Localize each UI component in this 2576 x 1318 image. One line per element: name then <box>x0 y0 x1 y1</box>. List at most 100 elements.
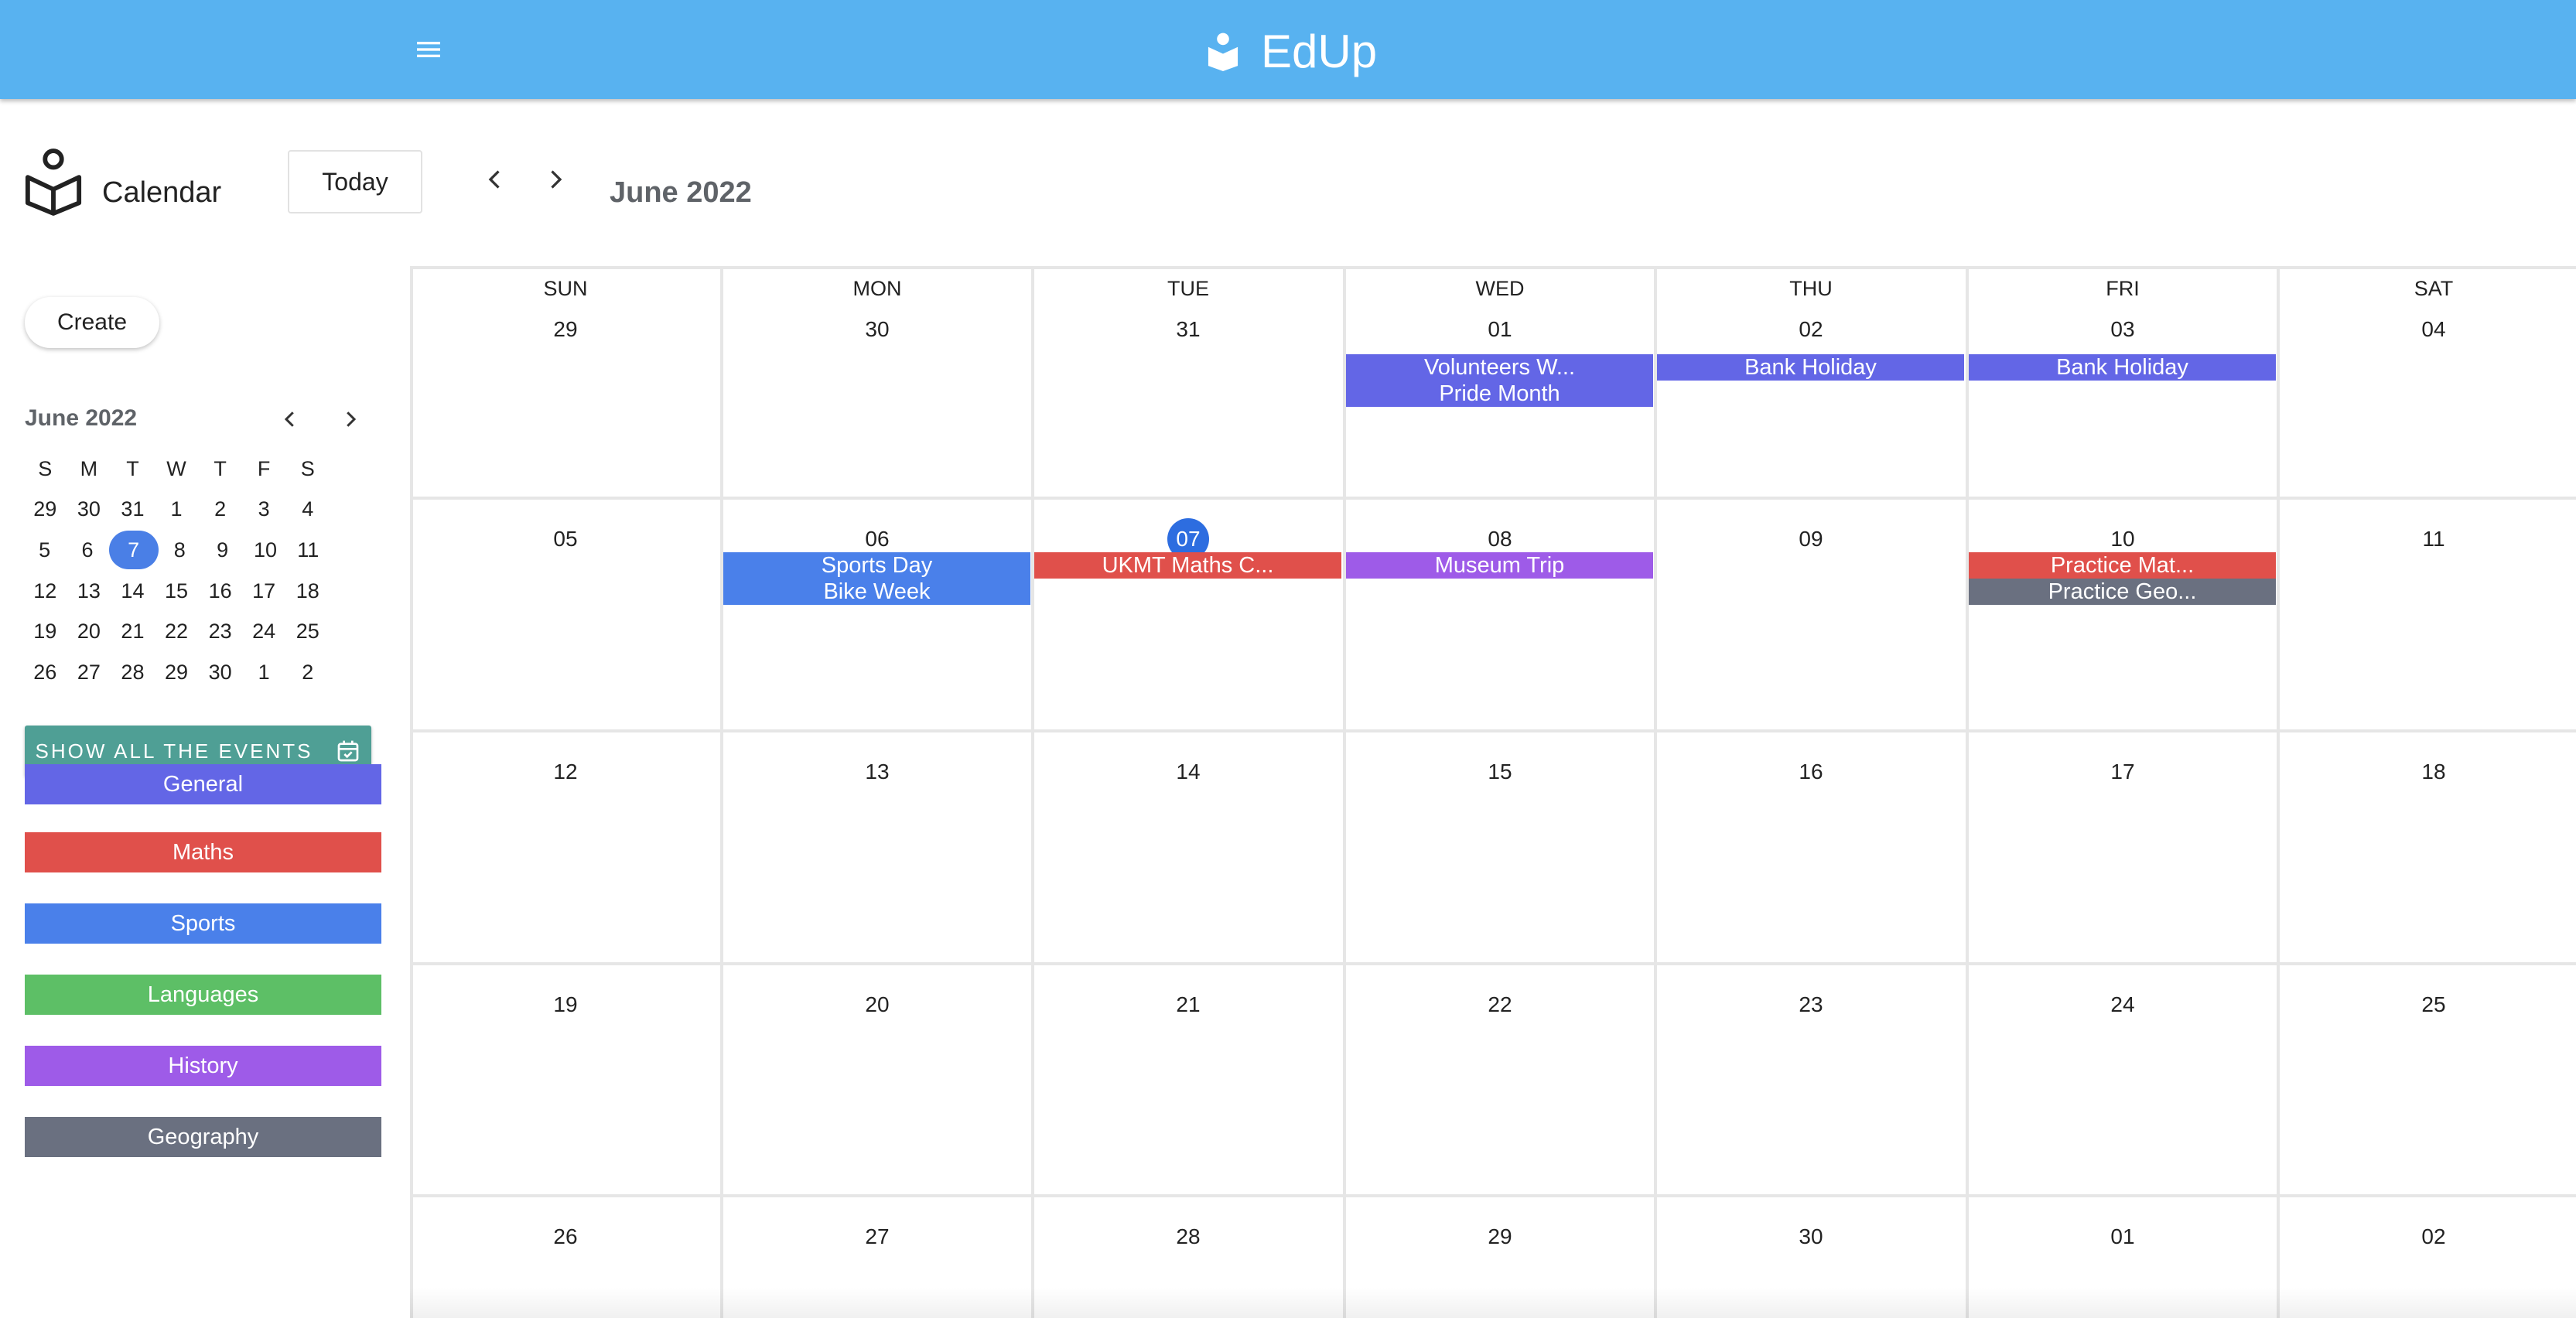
category-sports-button[interactable]: Sports <box>25 903 381 944</box>
day-cell[interactable]: 05 <box>410 527 721 551</box>
mini-day[interactable]: 19 <box>23 620 67 644</box>
day-cell[interactable]: 25 <box>2278 992 2576 1017</box>
next-month-button[interactable] <box>542 162 569 196</box>
day-cell[interactable]: 27 <box>722 1224 1033 1249</box>
mini-day[interactable]: 25 <box>285 620 330 644</box>
mini-day[interactable]: 3 <box>242 497 286 521</box>
event-chip[interactable]: Bike Week <box>723 579 1030 605</box>
grid-row-divider <box>410 1194 2576 1197</box>
event-chip[interactable]: Practice Mat... <box>1969 552 2276 579</box>
day-cell[interactable]: 26 <box>410 1224 721 1249</box>
category-history-button[interactable]: History <box>25 1046 381 1086</box>
mini-day[interactable]: 14 <box>111 579 155 603</box>
event-chip[interactable]: Volunteers W... <box>1346 354 1653 381</box>
mini-next-month-button[interactable] <box>339 405 362 433</box>
mini-day[interactable]: 26 <box>23 661 67 685</box>
day-cell[interactable]: 01 <box>1967 1224 2278 1249</box>
day-cell[interactable]: 15 <box>1344 760 1655 784</box>
category-geography-button[interactable]: Geography <box>25 1117 381 1157</box>
mini-day[interactable]: 5 <box>23 538 66 562</box>
mini-day[interactable]: 9 <box>201 538 244 562</box>
category-general-button[interactable]: General <box>25 764 381 804</box>
day-cell[interactable]: 11 <box>2278 527 2576 551</box>
mini-day[interactable]: 23 <box>198 620 242 644</box>
mini-day[interactable]: 18 <box>285 579 330 603</box>
mini-day[interactable]: 11 <box>287 538 330 562</box>
mini-day[interactable]: 30 <box>67 497 111 521</box>
event-chip[interactable]: Practice Geo... <box>1969 579 2276 605</box>
day-cell[interactable]: 20 <box>722 992 1033 1017</box>
mini-day[interactable]: 16 <box>198 579 242 603</box>
mini-day[interactable]: 31 <box>111 497 155 521</box>
today-button[interactable]: Today <box>288 150 422 213</box>
mini-day[interactable]: 17 <box>242 579 286 603</box>
mini-day-number: 13 <box>77 579 101 603</box>
event-chip[interactable]: UKMT Maths C... <box>1034 552 1341 579</box>
event-chip[interactable]: Sports Day <box>723 552 1030 579</box>
mini-day[interactable]: 13 <box>67 579 111 603</box>
mini-day[interactable]: 27 <box>67 661 111 685</box>
day-cell[interactable]: 28 <box>1033 1224 1344 1249</box>
mini-day[interactable]: 2 <box>198 497 242 521</box>
day-cell[interactable]: 01 <box>1344 317 1655 342</box>
mini-day[interactable]: 2 <box>285 661 330 685</box>
prev-month-button[interactable] <box>481 162 509 196</box>
event-chip[interactable]: Bank Holiday <box>1969 354 2276 381</box>
day-cell[interactable]: 23 <box>1655 992 1966 1017</box>
mini-day-number: 21 <box>121 620 145 644</box>
day-cell[interactable]: 22 <box>1344 992 1655 1017</box>
mini-day-selected[interactable]: 7 <box>108 531 159 570</box>
day-cell[interactable]: 09 <box>1655 527 1966 551</box>
day-cell[interactable]: 04 <box>2278 317 2576 342</box>
event-chip[interactable]: Pride Month <box>1346 381 1653 407</box>
day-cell[interactable]: 06 <box>722 527 1033 551</box>
day-cell[interactable]: 29 <box>1344 1224 1655 1249</box>
mini-weekday: W <box>166 456 186 480</box>
day-cell[interactable]: 21 <box>1033 992 1344 1017</box>
day-cell[interactable]: 17 <box>1967 760 2278 784</box>
mini-day[interactable]: 28 <box>111 661 155 685</box>
mini-day[interactable]: 1 <box>242 661 286 685</box>
day-cell[interactable]: 14 <box>1033 760 1344 784</box>
day-cell[interactable]: 13 <box>722 760 1033 784</box>
mini-day[interactable]: 8 <box>159 538 201 562</box>
weekday-header: TUE <box>1167 277 1209 300</box>
mini-day[interactable]: 29 <box>155 661 199 685</box>
day-cell[interactable]: 29 <box>410 317 721 342</box>
mini-weekday: M <box>80 456 98 480</box>
event-chip[interactable]: Museum Trip <box>1346 552 1653 579</box>
mini-day[interactable]: 29 <box>23 497 67 521</box>
mini-day[interactable]: 21 <box>111 620 155 644</box>
category-maths-button[interactable]: Maths <box>25 832 381 872</box>
day-cell[interactable]: 08 <box>1344 527 1655 551</box>
mini-prev-month-button[interactable] <box>278 405 302 433</box>
day-cell[interactable]: 03 <box>1967 317 2278 342</box>
day-cell[interactable]: 30 <box>722 317 1033 342</box>
day-cell[interactable]: 19 <box>410 992 721 1017</box>
category-languages-button[interactable]: Languages <box>25 975 381 1015</box>
mini-day[interactable]: 15 <box>155 579 199 603</box>
day-cell[interactable]: 30 <box>1655 1224 1966 1249</box>
menu-button[interactable] <box>412 34 446 65</box>
day-cell[interactable]: 10 <box>1967 527 2278 551</box>
day-cell[interactable]: 31 <box>1033 317 1344 342</box>
day-cell[interactable]: 16 <box>1655 760 1966 784</box>
grid-column-divider <box>2277 266 2280 1318</box>
mini-day[interactable]: 22 <box>155 620 199 644</box>
mini-day[interactable]: 10 <box>244 538 286 562</box>
mini-day[interactable]: 1 <box>155 497 199 521</box>
mini-day[interactable]: 6 <box>66 538 108 562</box>
mini-day[interactable]: 30 <box>198 661 242 685</box>
create-button[interactable]: Create <box>25 297 159 348</box>
day-cell[interactable]: 18 <box>2278 760 2576 784</box>
day-cell[interactable]: 02 <box>2278 1224 2576 1249</box>
mini-day[interactable]: 24 <box>242 620 286 644</box>
day-cell[interactable]: 12 <box>410 760 721 784</box>
event-chip[interactable]: Bank Holiday <box>1657 354 1964 381</box>
mini-day[interactable]: 4 <box>285 497 330 521</box>
day-number: 30 <box>1799 1224 1823 1248</box>
mini-day[interactable]: 12 <box>23 579 67 603</box>
day-cell[interactable]: 24 <box>1967 992 2278 1017</box>
mini-day[interactable]: 20 <box>67 620 111 644</box>
day-cell[interactable]: 02 <box>1655 317 1966 342</box>
